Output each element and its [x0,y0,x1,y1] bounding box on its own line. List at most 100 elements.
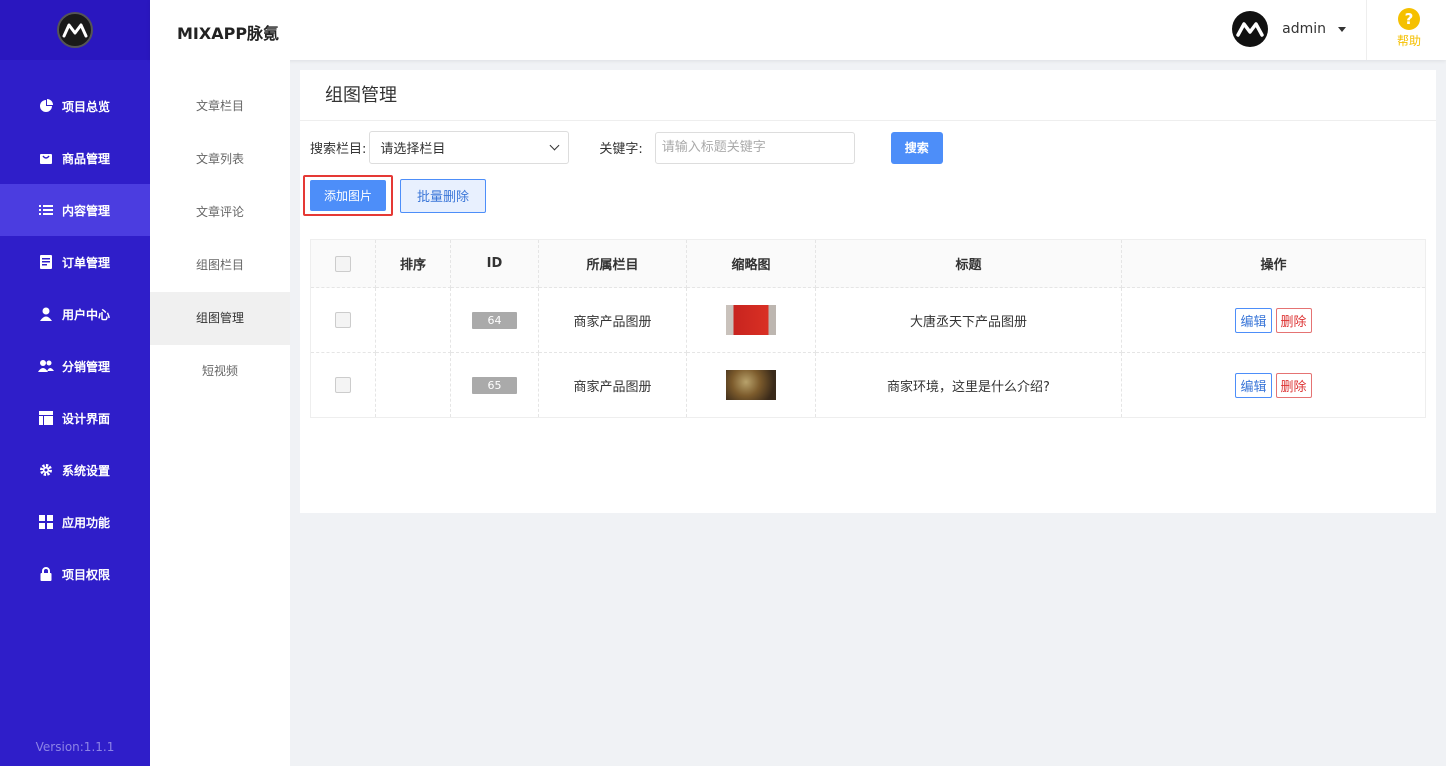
sidebar-item-label: 系统设置 [62,463,111,478]
row-checkbox[interactable] [335,312,351,328]
column-header-thumbnail: 缩略图 [686,239,816,288]
lock-icon [38,566,54,582]
user-icon [38,306,54,322]
sidebar-item-label: 项目权限 [62,567,111,582]
submenu-item-article-list[interactable]: 文章列表 [150,133,290,186]
keyword-label: 关键字: [599,142,643,157]
row-id-cell: 64 [450,287,539,353]
search-bar: 搜索栏目: 请选择栏目 关键字: 搜索 [310,131,943,164]
help-label: 帮助 [1396,34,1421,48]
pie-chart-icon [38,98,54,114]
sidebar-item-permissions[interactable]: 项目权限 [0,548,150,600]
list-icon [38,202,54,218]
edit-button[interactable]: 编辑 [1235,307,1272,333]
keyword-input[interactable] [654,131,855,164]
submenu-item-gallery-category[interactable]: 组图栏目 [150,239,290,292]
sidebar-item-label: 用户中心 [62,307,111,322]
category-label: 搜索栏目: [310,142,367,157]
sidebar-item-label: 商品管理 [62,151,111,166]
search-button[interactable]: 搜索 [890,131,943,164]
row-id-cell: 65 [450,352,539,418]
user-menu[interactable]: admin [1232,11,1346,47]
add-image-button[interactable]: 添加图片 [310,180,386,211]
submenu-item-short-video[interactable]: 短视频 [150,345,290,398]
row-sort [375,352,451,418]
row-category: 商家产品图册 [538,352,687,418]
avatar[interactable] [1232,11,1269,47]
row-thumbnail-cell [686,352,816,418]
help-button[interactable]: ? 帮助 [1396,8,1422,49]
user-name[interactable]: admin [1282,21,1326,37]
row-category: 商家产品图册 [538,287,687,353]
id-badge: 65 [472,376,517,394]
sidebar-item-label: 分销管理 [62,359,111,374]
sidebar-item-settings[interactable]: 系统设置 [0,444,150,496]
gallery-table: 排序 ID 所属栏目 缩略图 标题 操作 64 商家产品图册 大唐丞天下产品图册… [310,239,1426,418]
row-actions: 编辑 删除 [1121,352,1426,418]
sidebar-item-orders[interactable]: 订单管理 [0,236,150,288]
category-select-value: 请选择栏目 [380,142,446,157]
sidebar-item-label: 订单管理 [62,255,111,270]
logo-m-icon [62,23,88,38]
submenu-item-gallery-manage[interactable]: 组图管理 [150,292,290,345]
action-bar: 添加图片 批量删除 [303,175,486,216]
row-thumbnail-cell [686,287,816,353]
table-header-row: 排序 ID 所属栏目 缩略图 标题 操作 [310,239,1426,288]
layout-icon [38,410,54,426]
sidebar-nav: 项目总览 商品管理 内容管理 订单管理 用户中心 分销管理 设计界面 系统设置 … [0,80,150,600]
document-icon [38,254,54,270]
content-submenu: 文章栏目 文章列表 文章评论 组图栏目 组图管理 短视频 [150,60,290,766]
row-title: 商家环境，这里是什么介绍? [815,352,1122,418]
table-row: 64 商家产品图册 大唐丞天下产品图册 编辑 删除 [310,287,1426,353]
add-button-highlight: 添加图片 [303,175,393,216]
table-row: 65 商家产品图册 商家环境，这里是什么介绍? 编辑 删除 [310,352,1426,418]
column-header-id: ID [450,239,539,288]
row-title: 大唐丞天下产品图册 [815,287,1122,353]
submenu-item-article-comments[interactable]: 文章评论 [150,186,290,239]
grid-icon [38,514,54,530]
select-all-checkbox[interactable] [335,255,351,272]
sidebar-item-distribution[interactable]: 分销管理 [0,340,150,392]
sidebar-item-users[interactable]: 用户中心 [0,288,150,340]
delete-button[interactable]: 删除 [1275,307,1312,333]
row-checkbox[interactable] [335,377,351,393]
users-icon [38,358,54,374]
row-select-cell [310,352,376,418]
question-icon: ? [1398,8,1420,30]
row-select-cell [310,287,376,353]
logo[interactable] [57,12,93,48]
submenu-item-article-category[interactable]: 文章栏目 [150,80,290,133]
column-header-category: 所属栏目 [538,239,687,288]
version-label: Version:1.1.1 [35,740,115,754]
batch-delete-button[interactable]: 批量删除 [400,178,486,213]
chevron-down-icon [549,140,560,151]
id-badge: 64 [472,311,517,329]
sidebar-item-content[interactable]: 内容管理 [0,184,150,236]
row-sort [375,287,451,353]
column-header-title: 标题 [815,239,1122,288]
logo-area [0,0,150,60]
sidebar-item-label: 设计界面 [62,411,111,426]
shopping-bag-icon [38,150,54,166]
delete-button[interactable]: 删除 [1275,372,1312,398]
sidebar-item-label: 项目总览 [62,99,111,114]
category-select[interactable]: 请选择栏目 [369,131,570,164]
thumbnail-image[interactable] [726,370,776,400]
sidebar-item-overview[interactable]: 项目总览 [0,80,150,132]
edit-button[interactable]: 编辑 [1235,372,1272,398]
thumbnail-image[interactable] [726,305,776,335]
sidebar-item-apps[interactable]: 应用功能 [0,496,150,548]
page-title: 组图管理 [300,70,1436,121]
column-header-sort: 排序 [375,239,451,288]
top-header: MIXAPP脉氪 admin ? 帮助 [150,0,1446,60]
avatar-m-icon [1236,22,1264,37]
row-actions: 编辑 删除 [1121,287,1426,353]
sidebar-item-label: 应用功能 [62,515,111,530]
select-all-cell [310,239,376,288]
sidebar-item-products[interactable]: 商品管理 [0,132,150,184]
caret-down-icon[interactable] [1338,26,1346,32]
sidebar: 项目总览 商品管理 内容管理 订单管理 用户中心 分销管理 设计界面 系统设置 … [0,0,150,766]
sidebar-item-label: 内容管理 [62,203,111,218]
sidebar-item-design[interactable]: 设计界面 [0,392,150,444]
gear-icon [38,462,54,478]
